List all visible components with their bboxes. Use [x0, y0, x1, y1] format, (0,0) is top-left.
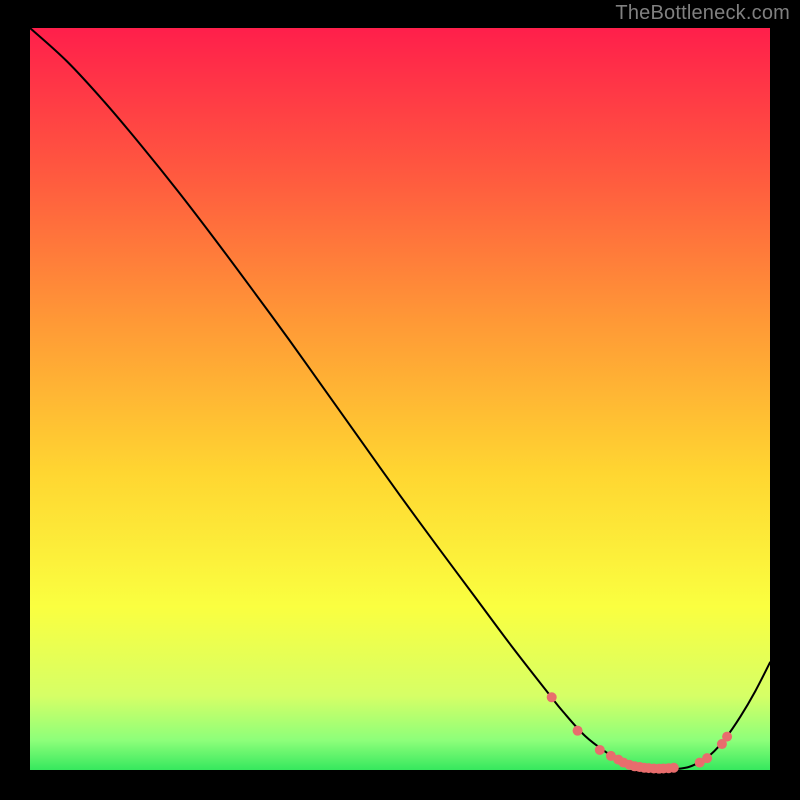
sample-point [669, 763, 679, 773]
bottleneck-chart-svg [0, 0, 800, 800]
sample-point [702, 753, 712, 763]
chart-stage: TheBottleneck.com [0, 0, 800, 800]
sample-point [573, 726, 583, 736]
plot-background [30, 28, 770, 770]
watermark-text: TheBottleneck.com [615, 2, 790, 25]
sample-point [722, 732, 732, 742]
sample-point [595, 745, 605, 755]
sample-point [547, 692, 557, 702]
